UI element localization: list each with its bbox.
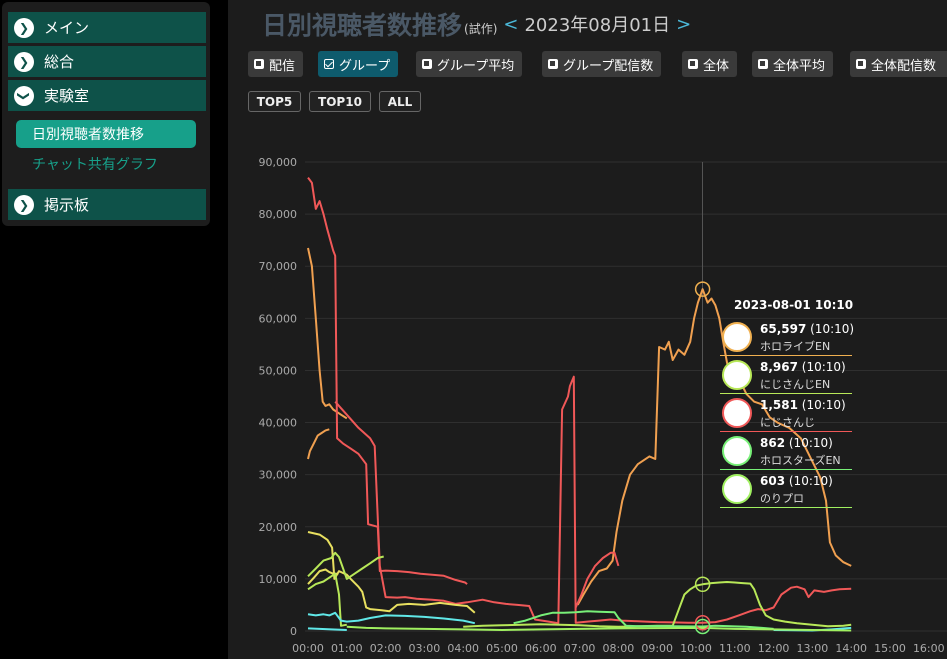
y-tick-label: 50,000 [259, 364, 298, 377]
series-line [307, 177, 468, 585]
series-line [307, 627, 347, 631]
x-tick-label: 01:00 [331, 642, 363, 655]
tooltip-value: 862 (10:10) [760, 436, 833, 450]
y-tick-label: 30,000 [259, 469, 298, 482]
x-tick-label: 13:00 [797, 642, 829, 655]
series-line [307, 611, 476, 625]
y-axis-ticks: 0 10,000 20,000 30,000 40,000 50,000 60,000 70,… [259, 156, 298, 638]
group-logo-icon [722, 474, 752, 504]
series-line [307, 572, 347, 627]
tooltip-group-name: にじさんじ [760, 416, 815, 429]
tooltip-value-number: 862 [760, 436, 786, 450]
x-tick-label: 16:00 [913, 642, 945, 655]
x-tick-label: 03:00 [409, 642, 441, 655]
tooltip-group-name: ホロライブEN [760, 340, 831, 353]
tooltip-underline [720, 392, 852, 394]
y-tick-label: 80,000 [259, 208, 298, 221]
group-logo-icon [722, 436, 752, 466]
x-tick-label: 10:00 [680, 642, 712, 655]
tooltip-value: 8,967 (10:10) [760, 360, 846, 374]
tooltip-row: 65,597 (10:10) ホロライブEN [720, 320, 855, 358]
tooltip-value: 1,581 (10:10) [760, 398, 846, 412]
x-tick-label: 04:00 [447, 642, 479, 655]
y-tick-label: 0 [290, 625, 297, 638]
tooltip-value-number: 1,581 [760, 398, 798, 412]
series-line [307, 247, 348, 420]
series-line [307, 551, 384, 580]
tooltip-group-name: にじさんじEN [760, 378, 831, 391]
y-tick-label: 20,000 [259, 521, 298, 534]
y-tick-label: 60,000 [259, 312, 298, 325]
x-tick-label: 12:00 [758, 642, 790, 655]
tooltip-underline [720, 354, 852, 356]
tooltip-group-name: のりプロ [760, 492, 804, 505]
series-line [307, 428, 330, 460]
x-tick-label: 05:00 [486, 642, 518, 655]
x-axis-ticks: 00:00 01:00 02:00 03:00 04:00 05:00 06:00 07:00… [292, 642, 945, 655]
x-tick-label: 07:00 [564, 642, 596, 655]
y-tick-label: 40,000 [259, 417, 298, 430]
tooltip-value-number: 8,967 [760, 360, 798, 374]
x-tick-label: 00:00 [292, 642, 324, 655]
tooltip-group-name: ホロスターズEN [760, 454, 841, 467]
series-line [513, 610, 774, 630]
tooltip-underline [720, 506, 852, 508]
x-tick-label: 02:00 [370, 642, 402, 655]
y-tick-label: 90,000 [259, 156, 298, 169]
tooltip-row: 603 (10:10) のりプロ [720, 472, 852, 510]
tooltip-value-number: 603 [760, 474, 786, 488]
x-tick-label: 06:00 [525, 642, 557, 655]
x-tick-label: 15:00 [874, 642, 906, 655]
tooltip-value: 603 (10:10) [760, 474, 833, 488]
x-tick-label: 11:00 [719, 642, 751, 655]
x-tick-label: 08:00 [603, 642, 635, 655]
tooltip-value-number: 65,597 [760, 322, 807, 336]
tooltip-underline [720, 430, 852, 432]
series-line [307, 531, 476, 614]
y-tick-label: 10,000 [259, 573, 298, 586]
group-logo-icon [722, 322, 752, 352]
tooltip-row: 1,581 (10:10) にじさんじ [720, 396, 852, 434]
tooltip-row: 862 (10:10) ホロスターズEN [720, 434, 852, 472]
series-line [346, 625, 852, 632]
group-logo-icon [722, 398, 752, 428]
x-tick-label: 14:00 [835, 642, 867, 655]
tooltip-underline [720, 468, 852, 470]
y-tick-label: 70,000 [259, 260, 298, 273]
tooltip-row: 8,967 (10:10) にじさんじEN [720, 358, 852, 396]
tooltip-title: 2023-08-01 10:10 [734, 298, 854, 312]
x-tick-label: 09:00 [641, 642, 673, 655]
tooltip-value: 65,597 (10:10) [760, 322, 855, 336]
group-logo-icon [722, 360, 752, 390]
